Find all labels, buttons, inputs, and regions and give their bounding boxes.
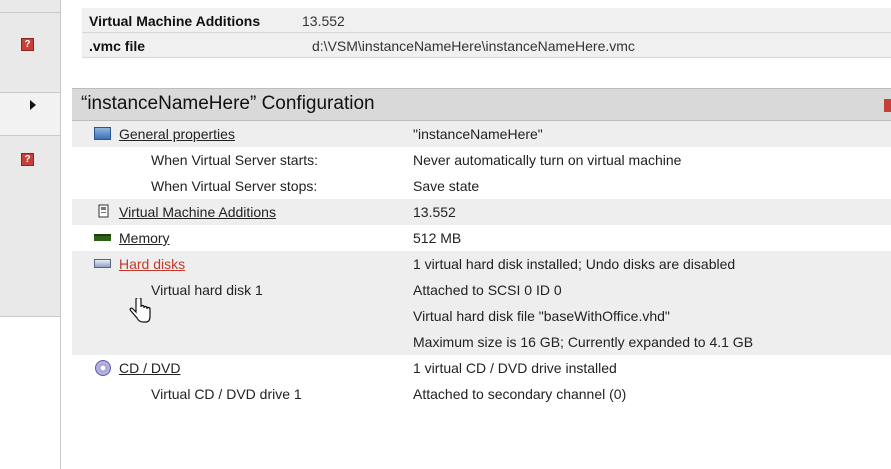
- config-value: Never automatically turn on virtual mach…: [413, 152, 682, 168]
- config-row: When Virtual Server starts: Never automa…: [72, 147, 891, 173]
- table-row: Virtual Machine Additions 13.552: [82, 8, 891, 33]
- help-icon[interactable]: ?: [21, 153, 34, 166]
- cd-dvd-icon: [95, 360, 111, 376]
- page-title: “instanceNameHere” Configuration: [81, 93, 375, 114]
- hard-disk-icon: [94, 259, 111, 268]
- property-value: 13.552: [302, 13, 345, 29]
- config-row: Maximum size is 16 GB; Currently expande…: [72, 329, 891, 355]
- config-value: 512 MB: [413, 230, 462, 246]
- sidebar-divider: [0, 316, 60, 317]
- help-icon[interactable]: [884, 99, 891, 112]
- config-value: "instanceNameHere": [413, 126, 543, 142]
- config-value: 13.552: [413, 204, 456, 220]
- sidebar-cell: [0, 0, 60, 12]
- config-value: 1 virtual CD / DVD drive installed: [413, 360, 617, 376]
- config-value: Virtual hard disk file "baseWithOffice.v…: [413, 308, 670, 324]
- expand-arrow-icon[interactable]: [30, 100, 36, 110]
- hand-cursor-icon: [129, 298, 151, 323]
- cd-dvd-link[interactable]: CD / DVD: [119, 360, 180, 376]
- memory-link[interactable]: Memory: [119, 230, 170, 246]
- config-row-general-properties: General properties "instanceNameHere": [72, 121, 891, 147]
- general-properties-link[interactable]: General properties: [119, 126, 235, 142]
- general-properties-icon: [94, 127, 111, 140]
- left-sidebar: ? ?: [0, 0, 60, 469]
- config-value: Attached to SCSI 0 ID 0: [413, 282, 562, 298]
- config-row-memory: Memory 512 MB: [72, 225, 891, 251]
- config-value: Attached to secondary channel (0): [413, 386, 627, 402]
- config-row: When Virtual Server stops: Save state: [72, 173, 891, 199]
- sidebar-border: [60, 0, 61, 469]
- config-value: Save state: [413, 178, 480, 194]
- config-row-additions: Virtual Machine Additions 13.552: [72, 199, 891, 225]
- config-row: Virtual hard disk 1 Attached to SCSI 0 I…: [72, 277, 891, 303]
- config-row: Virtual hard disk file "baseWithOffice.v…: [72, 303, 891, 329]
- config-row: Virtual CD / DVD drive 1 Attached to sec…: [72, 381, 891, 407]
- sidebar-cell: [0, 13, 60, 92]
- config-label: Virtual CD / DVD drive 1: [151, 386, 302, 402]
- virtual-machine-additions-link[interactable]: Virtual Machine Additions: [119, 204, 276, 220]
- property-value: d:\VSM\instanceNameHere\instanceNameHere…: [312, 38, 635, 54]
- configuration-panel: “instanceNameHere” Configuration General…: [72, 88, 891, 407]
- config-row-hard-disks: Hard disks 1 virtual hard disk installed…: [72, 251, 891, 277]
- help-icon[interactable]: ?: [21, 38, 34, 51]
- vm-summary-table: Virtual Machine Additions 13.552 .vmc fi…: [82, 8, 891, 58]
- property-key: .vmc file: [89, 38, 146, 54]
- table-row: .vmc file d:\VSM\instanceNameHere\instan…: [82, 33, 891, 58]
- hard-disks-link[interactable]: Hard disks: [119, 256, 185, 272]
- additions-icon: [98, 204, 109, 218]
- config-label: When Virtual Server starts:: [151, 152, 319, 168]
- config-label: When Virtual Server stops:: [151, 178, 318, 194]
- memory-icon: [94, 234, 111, 241]
- config-label: Virtual hard disk 1: [151, 282, 263, 298]
- property-key: Virtual Machine Additions: [89, 13, 261, 29]
- config-row-cd-dvd: CD / DVD 1 virtual CD / DVD drive instal…: [72, 355, 891, 381]
- config-value: 1 virtual hard disk installed; Undo disk…: [413, 256, 736, 272]
- configuration-header: “instanceNameHere” Configuration: [72, 88, 891, 121]
- config-value: Maximum size is 16 GB; Currently expande…: [413, 334, 754, 350]
